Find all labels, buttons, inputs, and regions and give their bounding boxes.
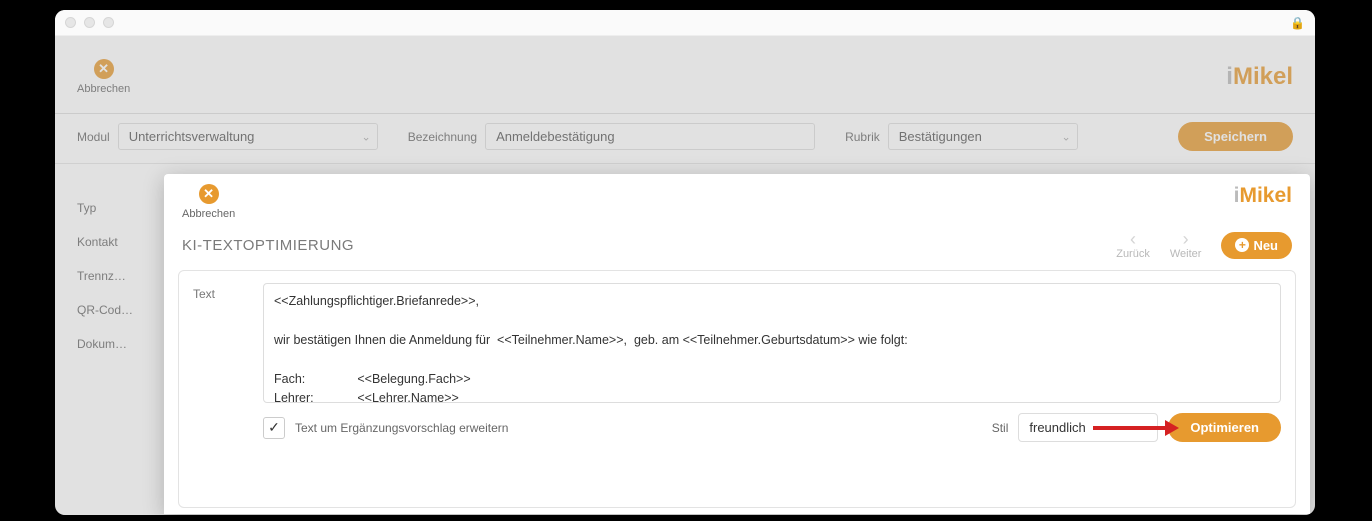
nav-next-button[interactable]: › Weiter <box>1170 230 1202 260</box>
brand-logo: iMikel <box>1234 184 1292 208</box>
checkbox-checked-icon: ✓ <box>263 417 285 439</box>
logo-rest: Mikel <box>1239 184 1292 208</box>
minimize-window-icon[interactable] <box>84 17 95 28</box>
stil-label: Stil <box>992 421 1009 435</box>
text-label: Text <box>193 283 233 403</box>
expand-label: Text um Ergänzungsvorschlag erweitern <box>295 421 508 435</box>
modal-cancel-label: Abbrechen <box>182 208 235 220</box>
chevron-right-icon: › <box>1183 230 1189 248</box>
chevron-left-icon: ‹ <box>1130 230 1136 248</box>
lock-icon: 🔒 <box>1290 16 1305 30</box>
right-controls: Stil Optimieren <box>992 413 1281 442</box>
annotation-arrow-icon <box>1093 422 1179 434</box>
modal-head-actions: ‹ Zurück › Weiter + Neu <box>1116 230 1292 260</box>
close-icon: ✕ <box>199 184 219 204</box>
modal-title: KI-TEXTOPTIMIERUNG <box>182 237 354 254</box>
ki-text-modal: ✕ Abbrechen iMikel KI-TEXTOPTIMIERUNG ‹ … <box>164 174 1310 514</box>
text-input[interactable] <box>263 283 1281 403</box>
window-controls <box>65 17 114 28</box>
plus-icon: + <box>1235 238 1249 252</box>
nav-back-button[interactable]: ‹ Zurück <box>1116 230 1150 260</box>
modal-cancel-button[interactable]: ✕ Abbrechen <box>182 184 235 220</box>
nav-next-label: Weiter <box>1170 248 1202 260</box>
optimize-button[interactable]: Optimieren <box>1168 413 1281 442</box>
application-window: 🔒 ✕ Abbrechen iMikel Modul Unterrichtsve… <box>55 10 1315 515</box>
text-panel: Text ✓ Text um Ergänzungsvorschlag erwei… <box>178 270 1296 508</box>
nav-back-label: Zurück <box>1116 248 1150 260</box>
panel-footer: ✓ Text um Ergänzungsvorschlag erweitern … <box>193 413 1281 442</box>
modal-toolbar: ✕ Abbrechen iMikel <box>164 174 1310 224</box>
new-label: Neu <box>1253 238 1278 253</box>
maximize-window-icon[interactable] <box>103 17 114 28</box>
expand-checkbox[interactable]: ✓ Text um Ergänzungsvorschlag erweitern <box>193 417 508 439</box>
modal-header: KI-TEXTOPTIMIERUNG ‹ Zurück › Weiter + N… <box>164 224 1310 270</box>
close-window-icon[interactable] <box>65 17 76 28</box>
titlebar: 🔒 <box>55 10 1315 36</box>
new-button[interactable]: + Neu <box>1221 232 1292 259</box>
text-row: Text <box>193 283 1281 403</box>
